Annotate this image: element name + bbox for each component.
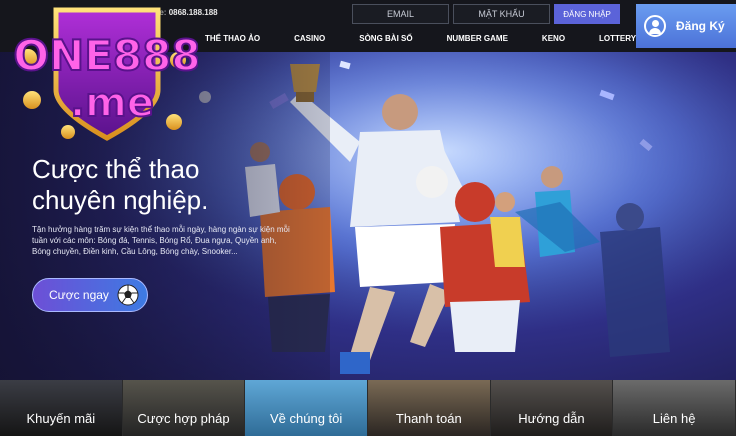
- user-icon: [644, 15, 666, 37]
- register-button[interactable]: Đăng Ký: [636, 4, 736, 48]
- register-label: Đăng Ký: [676, 19, 725, 33]
- page: Cược thể thao chuyên nghiệp. Tận hưởng h…: [0, 0, 736, 436]
- logo-text-one888: ONE888: [13, 31, 198, 80]
- tile-about-us[interactable]: Về chúng tôi: [245, 380, 368, 436]
- nav-item-keno[interactable]: KENO: [542, 34, 565, 43]
- hero-title-line2: chuyên nghiệp.: [32, 185, 209, 215]
- one888-logo[interactable]: ONE888 .me: [8, 0, 198, 150]
- nav-item-virtual-sports[interactable]: THỂ THAO ẢO: [205, 34, 260, 43]
- login-button[interactable]: ĐĂNG NHẬP: [554, 4, 620, 24]
- feature-tiles: Khuyến mãi Cược hợp pháp Về chúng tôi Th…: [0, 380, 736, 436]
- bet-now-button[interactable]: Cược ngay: [32, 278, 148, 312]
- tile-guide[interactable]: Hướng dẫn: [490, 380, 614, 436]
- soccer-ball-icon: [117, 284, 139, 306]
- tile-contact[interactable]: Liên hệ: [613, 380, 736, 436]
- main-nav: THỂ THAO ẢO CASINO SÒNG BÀI SỐ NUMBER GA…: [180, 28, 636, 48]
- password-field[interactable]: MẬT KHẨU: [453, 4, 550, 24]
- email-placeholder: EMAIL: [386, 9, 414, 19]
- nav-item-number-casino[interactable]: SÒNG BÀI SỐ: [359, 34, 412, 43]
- hero-title: Cược thể thao chuyên nghiệp.: [32, 154, 292, 216]
- password-placeholder: MẬT KHẨU: [478, 9, 525, 19]
- tile-payment[interactable]: Thanh toán: [367, 380, 491, 436]
- logo-text-me: .me: [70, 80, 154, 126]
- tile-legal-betting[interactable]: Cược hợp pháp: [122, 380, 246, 436]
- hero-title-line1: Cược thể thao: [32, 154, 200, 184]
- nav-item-number-game[interactable]: NUMBER GAME: [447, 34, 508, 43]
- nav-item-casino[interactable]: CASINO: [294, 34, 325, 43]
- nav-item-lottery[interactable]: LOTTERY: [599, 34, 636, 43]
- tile-promotions[interactable]: Khuyến mãi: [0, 380, 123, 436]
- hero-description: Tận hưởng hàng trăm sự kiện thể thao mỗi…: [32, 225, 290, 256]
- bet-now-label: Cược ngay: [49, 288, 109, 302]
- email-field[interactable]: EMAIL: [352, 4, 449, 24]
